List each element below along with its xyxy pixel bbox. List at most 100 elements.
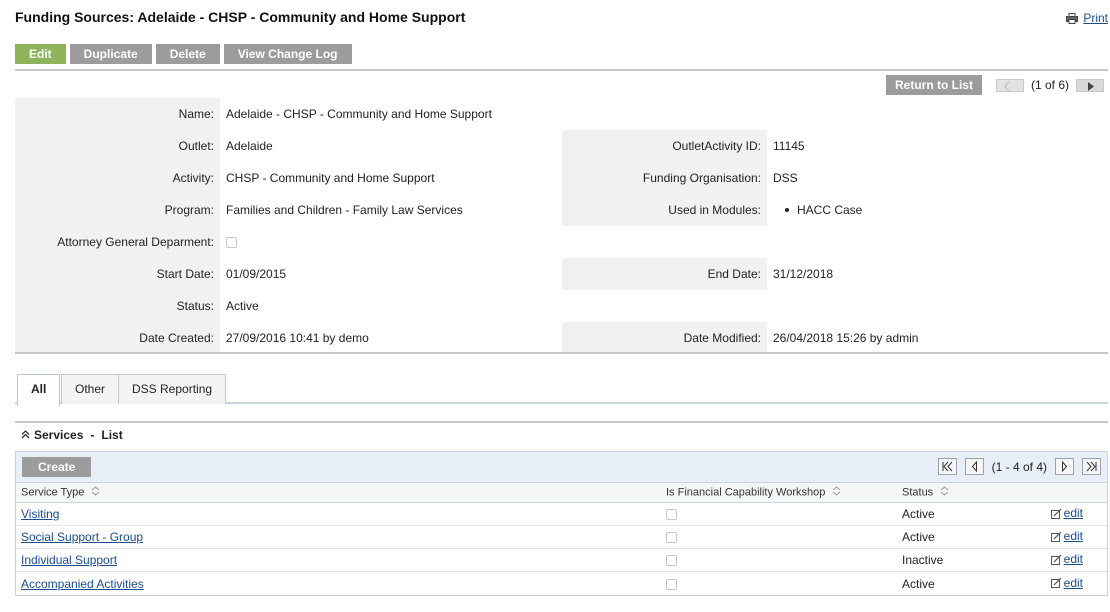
edit-button[interactable]: Edit <box>15 44 66 64</box>
print-link[interactable]: Print <box>1066 11 1108 25</box>
tab-other[interactable]: Other <box>61 374 120 404</box>
used-in-modules-list: HACC Case <box>767 194 1108 226</box>
edit-pencil-icon <box>1050 577 1062 589</box>
tab-all[interactable]: All <box>17 374 61 406</box>
grid-header-row: Service Type Is Financial Capability Wor… <box>16 482 1107 503</box>
start-date-value: 01/09/2015 <box>226 267 287 281</box>
next-record-button[interactable] <box>1076 78 1104 92</box>
activity-label: Activity: <box>15 162 220 194</box>
page-title: Funding Sources: Adelaide - CHSP - Commu… <box>15 9 466 25</box>
module-name: HACC Case <box>797 203 863 217</box>
grid-toolbar: Create (1 - 4 of 4) <box>16 452 1107 482</box>
duplicate-button[interactable]: Duplicate <box>69 44 152 64</box>
attorney-general-value <box>220 226 562 258</box>
bullet-icon <box>785 208 789 212</box>
edit-row-link[interactable]: edit <box>1050 529 1083 543</box>
fin-workshop-checkbox <box>666 532 677 544</box>
view-change-log-button[interactable]: View Change Log <box>223 44 352 64</box>
date-created-label: Date Created: <box>15 322 220 352</box>
fin-workshop-checkbox <box>666 555 677 567</box>
column-header-status[interactable]: Status <box>896 486 1036 499</box>
detail-row-program: Program: Families and Children - Family … <box>15 194 1108 226</box>
fin-workshop-checkbox <box>666 509 677 521</box>
detail-row-attorney: Attorney General Deparment: <box>15 226 1108 258</box>
detail-row-activity: Activity: CHSP - Community and Home Supp… <box>15 162 1108 194</box>
toolbar-divider <box>15 69 1108 71</box>
record-navigation: Return to List (1 of 6) <box>885 75 1104 95</box>
services-subtitle: List <box>101 428 123 442</box>
edit-row-link[interactable]: edit <box>1050 576 1083 590</box>
name-label: Name: <box>15 98 220 130</box>
module-list-item: HACC Case <box>773 194 1108 226</box>
services-title: Services <box>34 428 84 442</box>
service-status: Active <box>902 576 935 591</box>
column-header-service-type-label: Service Type <box>21 486 85 499</box>
fin-workshop-checkbox <box>666 578 677 590</box>
activity-value: CHSP - Community and Home Support <box>226 171 435 185</box>
date-modified-value: 26/04/2018 15:26 by admin <box>773 331 919 345</box>
sort-icon[interactable] <box>832 486 841 499</box>
create-service-button[interactable]: Create <box>22 457 92 477</box>
outlet-value: Adelaide <box>226 139 273 153</box>
edit-pencil-icon <box>1050 554 1062 565</box>
services-title-separator: - <box>90 428 95 442</box>
detail-row-status: Status: Active <box>15 290 1108 322</box>
last-page-icon[interactable] <box>1082 458 1101 475</box>
printer-icon <box>1066 12 1079 24</box>
service-type-link[interactable]: Visiting <box>21 507 59 521</box>
date-modified-label: Date Modified: <box>562 322 767 352</box>
section-divider <box>15 421 1108 423</box>
service-type-link[interactable]: Individual Support <box>21 553 117 567</box>
sort-icon[interactable] <box>940 486 949 499</box>
end-date-label: End Date: <box>562 258 767 290</box>
action-toolbar: Edit Duplicate Delete View Change Log <box>15 44 352 64</box>
outlet-label: Outlet: <box>15 130 220 162</box>
detail-row-timestamps: Date Created: 27/09/2016 10:41 by demo D… <box>15 322 1108 354</box>
column-header-fin-workshop[interactable]: Is Financial Capability Workshop <box>660 486 896 499</box>
grid-page-count: (1 - 4 of 4) <box>991 459 1047 474</box>
column-header-fin-workshop-label: Is Financial Capability Workshop <box>666 486 826 499</box>
edit-row-link[interactable]: edit <box>1050 552 1083 566</box>
first-page-icon[interactable] <box>937 458 957 475</box>
status-label: Status: <box>15 290 220 322</box>
collapse-chevron-icon[interactable] <box>21 428 30 442</box>
program-value: Families and Children - Family Law Servi… <box>226 203 463 217</box>
used-in-modules-label: Used in Modules: <box>562 194 767 226</box>
edit-pencil-icon <box>1050 531 1062 542</box>
table-row: Social Support - Group Active edit <box>16 526 1107 549</box>
previous-record-button[interactable] <box>995 78 1024 92</box>
edit-label[interactable]: edit <box>1064 529 1083 543</box>
column-header-status-label: Status <box>902 486 934 499</box>
table-row: Visiting Active edit <box>16 503 1107 526</box>
grid-pager: (1 - 4 of 4) <box>937 458 1101 475</box>
previous-page-icon[interactable] <box>964 458 984 475</box>
record-position: (1 of 6) <box>1030 78 1069 92</box>
tab-dss-reporting[interactable]: DSS Reporting <box>118 374 227 404</box>
edit-label[interactable]: edit <box>1064 576 1083 590</box>
program-label: Program: <box>15 194 220 226</box>
edit-label[interactable]: edit <box>1064 506 1083 520</box>
start-date-label: Start Date: <box>15 258 220 290</box>
services-section-header[interactable]: Services - List <box>21 428 123 442</box>
tab-bar: All Other DSS Reporting <box>15 374 1108 406</box>
return-to-list-button[interactable]: Return to List <box>885 75 982 95</box>
attorney-general-checkbox[interactable] <box>226 237 237 249</box>
funding-organisation-value: DSS <box>773 171 798 185</box>
table-row: Accompanied Activities Active edit <box>16 572 1107 595</box>
print-label[interactable]: Print <box>1083 11 1108 25</box>
service-status: Active <box>902 530 935 544</box>
column-header-service-type[interactable]: Service Type <box>16 486 660 499</box>
outlet-activity-id-value: 11145 <box>773 139 805 153</box>
detail-row-dates: Start Date: 01/09/2015 End Date: 31/12/2… <box>15 258 1108 290</box>
funding-source-details: Name: Adelaide - CHSP - Community and Ho… <box>15 98 1108 354</box>
detail-row-outlet: Outlet: Adelaide OutletActivity ID: 1114… <box>15 130 1108 162</box>
edit-label[interactable]: edit <box>1064 552 1083 566</box>
service-status: Active <box>902 507 935 521</box>
service-type-link[interactable]: Accompanied Activities <box>21 577 144 591</box>
delete-button[interactable]: Delete <box>155 44 220 64</box>
next-page-icon[interactable] <box>1055 458 1074 475</box>
edit-pencil-icon <box>1050 508 1062 519</box>
service-type-link[interactable]: Social Support - Group <box>21 530 143 544</box>
edit-row-link[interactable]: edit <box>1050 506 1083 520</box>
sort-icon[interactable] <box>91 486 100 499</box>
